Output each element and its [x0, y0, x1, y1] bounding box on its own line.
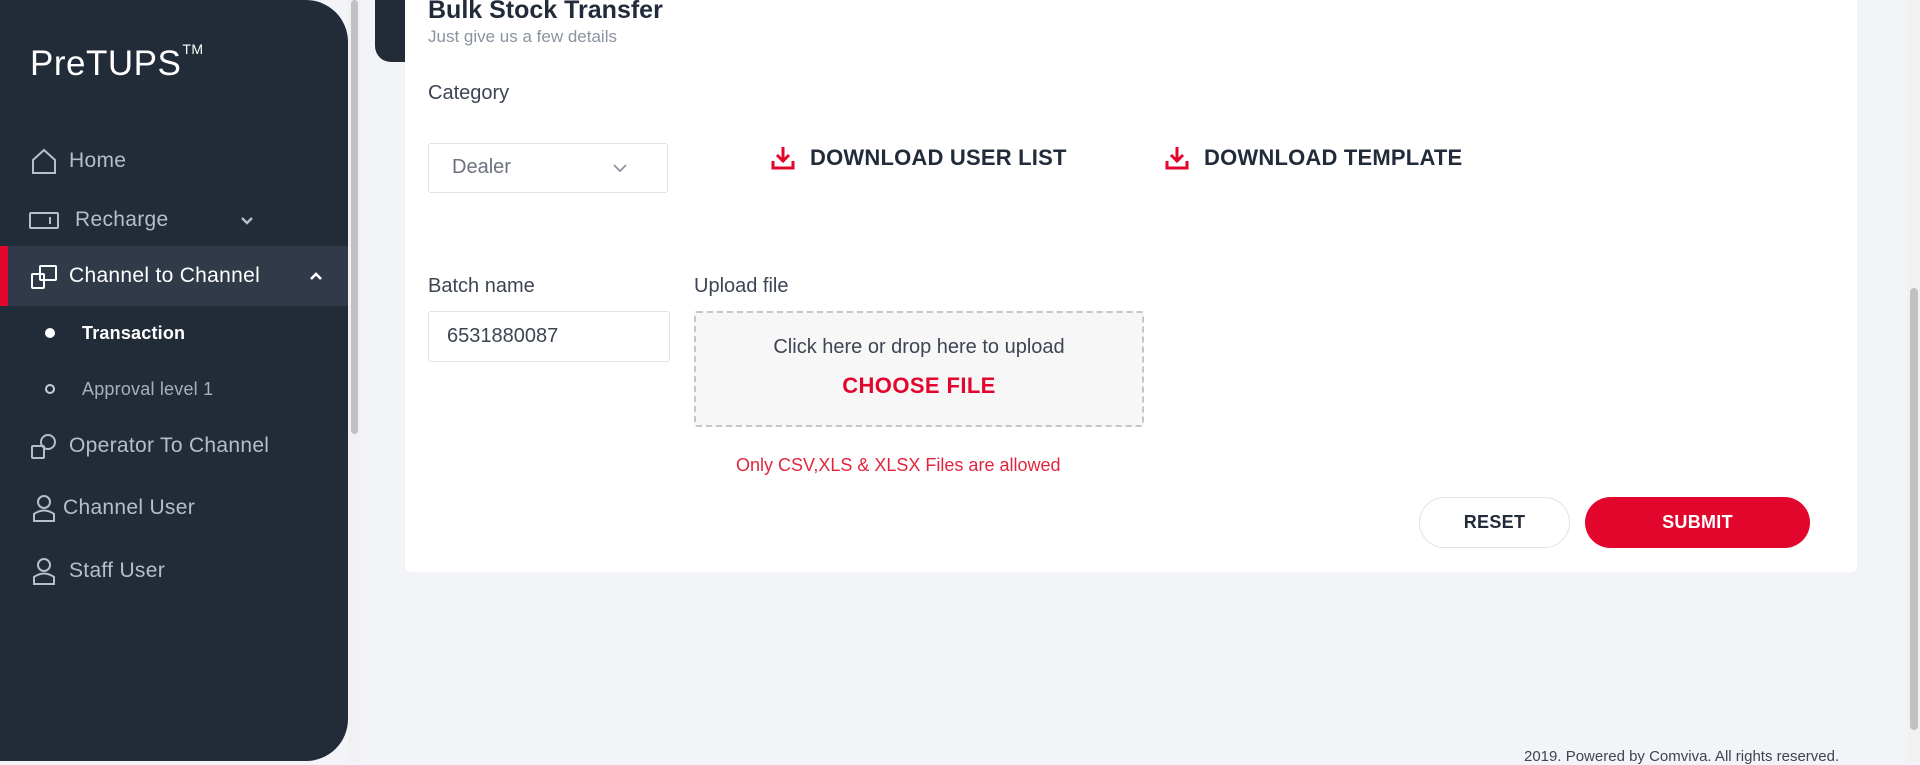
- user-icon: [33, 495, 55, 522]
- sidebar-item-label: Operator To Channel: [69, 434, 270, 457]
- sidebar-item-channel-user[interactable]: Channel User: [0, 478, 348, 538]
- sidebar-item-home[interactable]: Home: [0, 131, 348, 191]
- sidebar-item-label: Home: [69, 149, 127, 172]
- bullet-icon: [45, 384, 55, 394]
- footer-text: 2019. Powered by Comviva. All rights res…: [1524, 748, 1840, 765]
- category-value: Dealer: [452, 156, 511, 178]
- brand-logo: PreTUPSTM: [30, 41, 204, 83]
- sidebar-subitem-label: Transaction: [82, 322, 186, 343]
- sidebar-item-staff-user[interactable]: Staff User: [0, 541, 348, 601]
- download-template-link[interactable]: DOWNLOAD TEMPLATE: [1164, 145, 1462, 171]
- page-subtitle: Just give us a few details: [428, 27, 617, 46]
- form-card: [405, 0, 1857, 572]
- sidebar-item-operator-to-channel[interactable]: Operator To Channel: [0, 416, 348, 476]
- operator-transfer-icon: [31, 434, 56, 459]
- chevron-up-icon[interactable]: [309, 269, 323, 283]
- sidebar-item-label: Recharge: [75, 208, 169, 231]
- sidebar-item-channel-to-channel[interactable]: Channel to Channel: [0, 246, 348, 306]
- sidebar-subitem-approval-level-1[interactable]: Approval level 1: [0, 369, 348, 409]
- page-title: Bulk Stock Transfer: [428, 0, 663, 24]
- reset-button[interactable]: RESET: [1419, 497, 1570, 548]
- upload-hint: Click here or drop here to upload: [773, 336, 1065, 358]
- recharge-icon: [29, 212, 59, 229]
- download-user-list-link[interactable]: DOWNLOAD USER LIST: [770, 145, 1067, 171]
- sidebar-subitem-transaction[interactable]: Transaction: [0, 313, 348, 353]
- upload-file-label: Upload file: [694, 275, 789, 297]
- file-upload-dropzone[interactable]: Click here or drop here to upload CHOOSE…: [694, 311, 1144, 427]
- download-icon: [1165, 147, 1189, 170]
- sidebar-item-recharge[interactable]: Recharge: [0, 190, 348, 250]
- home-icon: [32, 148, 56, 174]
- category-label: Category: [428, 82, 510, 104]
- batch-name-label: Batch name: [428, 275, 535, 297]
- channel-transfer-icon: [31, 265, 57, 289]
- download-icon: [771, 147, 795, 170]
- user-icon: [33, 558, 55, 585]
- sidebar-item-label: Channel User: [63, 496, 195, 519]
- sidebar-subitem-label: Approval level 1: [82, 378, 214, 399]
- chevron-down-icon: [613, 164, 627, 173]
- page-scrollbar-thumb[interactable]: [1910, 288, 1918, 730]
- batch-name-input[interactable]: [428, 311, 670, 362]
- file-type-note: Only CSV,XLS & XLSX Files are allowed: [736, 455, 1061, 475]
- category-select[interactable]: Dealer: [428, 143, 668, 193]
- bullet-icon: [45, 328, 55, 338]
- download-user-list-label: DOWNLOAD USER LIST: [810, 145, 1067, 170]
- sidebar: PreTUPSTM Home Recharge Channel to Chann…: [0, 0, 348, 761]
- chevron-down-icon[interactable]: [240, 214, 254, 228]
- sidebar-item-label: Channel to Channel: [69, 264, 261, 287]
- download-template-label: DOWNLOAD TEMPLATE: [1204, 145, 1463, 170]
- sidebar-scrollbar-thumb[interactable]: [351, 0, 358, 434]
- choose-file-button[interactable]: CHOOSE FILE: [696, 373, 1142, 399]
- submit-button[interactable]: SUBMIT: [1585, 497, 1810, 548]
- sidebar-item-label: Staff User: [69, 559, 165, 582]
